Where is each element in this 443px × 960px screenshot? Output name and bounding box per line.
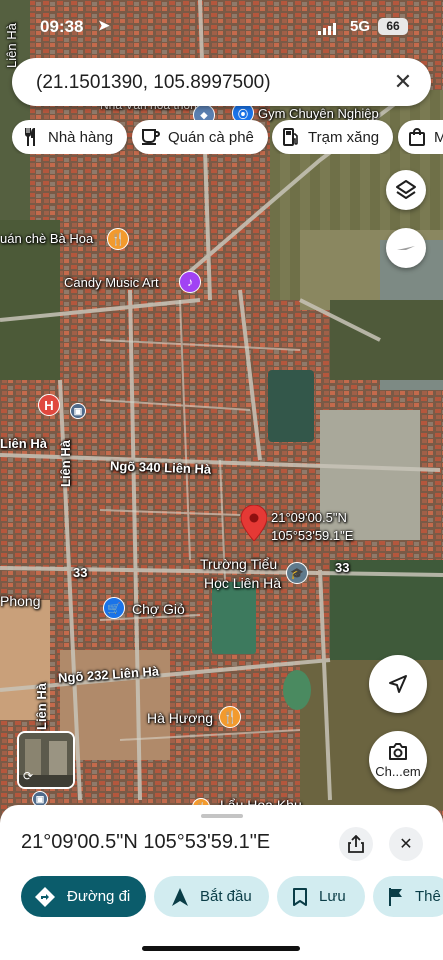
layers-icon (396, 180, 416, 199)
food-poi-icon-2[interactable]: 🍴 (219, 706, 241, 728)
map-label-route-33-left: 33 (73, 565, 88, 580)
navigation-arrow-icon (172, 887, 188, 906)
school-poi-icon[interactable]: 🎓 (286, 562, 308, 584)
chip-restaurants[interactable]: Nhà hàng (12, 120, 128, 154)
chip-gas[interactable]: Trạm xăng (272, 120, 394, 154)
map-label-lien-ha-bottom: Liên Hà (34, 683, 49, 730)
map-label-lien-ha-left: Liên Hà (58, 440, 73, 487)
map-label-lien-ha-west: Liên Hà (0, 436, 47, 451)
save-label: Lưu (319, 888, 346, 905)
search-query[interactable]: (21.1501390, 105.8997500) (36, 72, 271, 94)
navigation-arrow-icon (389, 675, 407, 693)
chip-label: Nhà hàng (48, 128, 114, 146)
flag-icon (389, 887, 403, 906)
start-button[interactable]: Bắt đầu (154, 876, 269, 917)
coffee-cup-icon (142, 128, 160, 146)
map-label-candy[interactable]: Candy Music Art (64, 275, 159, 290)
fork-knife-icon (22, 128, 40, 146)
rotate-360-icon: ⟳ (23, 769, 34, 783)
location-pin-icon[interactable] (241, 505, 267, 541)
category-chips: Nhà hàng Quán cà phê Trạm xăng M (12, 120, 443, 154)
map-label-cho-gio[interactable]: Chợ Giỏ (132, 601, 185, 617)
label-text: Thê (415, 888, 441, 905)
label-button[interactable]: Thê (373, 876, 443, 917)
bus-stop-icon[interactable]: ▣ (70, 403, 86, 419)
shop-poi-icon[interactable]: 🛒 (103, 597, 125, 619)
camera-lens-icon (389, 742, 407, 760)
camera-search-button[interactable]: Ch...em (369, 731, 427, 789)
chip-label: M (434, 128, 443, 146)
place-sheet[interactable]: 21°09'00.5"N 105°53'59.1"E ✕ Đường đi Bắ… (0, 805, 443, 960)
map-label-quan-che[interactable]: uán chè Bà Hoa (0, 231, 93, 246)
map-label-gym[interactable]: Gym Chuyên Nghiệp (258, 106, 379, 121)
share-icon (348, 835, 364, 853)
map-label-route-33-right: 33 (335, 560, 350, 575)
compass-icon (397, 246, 415, 250)
map-label-school-1[interactable]: Trường Tiểu (200, 556, 277, 572)
music-poi-icon[interactable]: ♪ (179, 271, 201, 293)
status-bar: 09:38 ➤ 5G 66 (0, 0, 443, 52)
bookmark-icon (293, 887, 307, 906)
drag-handle[interactable] (201, 814, 243, 818)
save-button[interactable]: Lưu (277, 876, 365, 917)
search-bar[interactable]: (21.1501390, 105.8997500) ✕ (12, 58, 431, 106)
directions-icon (35, 886, 55, 907)
close-icon[interactable]: ✕ (389, 68, 417, 96)
directions-label: Đường đi (67, 888, 131, 905)
chip-label: Quán cà phê (168, 128, 254, 146)
map-label-phong: Phong (0, 593, 41, 609)
chip-label: Trạm xăng (308, 128, 380, 146)
home-indicator[interactable] (142, 946, 300, 951)
compass-button[interactable] (386, 228, 426, 268)
map-label-school-2[interactable]: Học Liên Hà (204, 575, 281, 591)
directions-button[interactable]: Đường đi (21, 876, 146, 917)
location-arrow-icon: ➤ (98, 17, 110, 33)
shopping-bag-icon (408, 128, 426, 146)
close-icon: ✕ (399, 836, 413, 853)
camera-button-label: Ch...em (375, 763, 421, 779)
map-label-pin-lat: 21°09'00.5"N (271, 510, 347, 525)
share-button[interactable] (339, 827, 373, 861)
food-poi-icon[interactable]: 🍴 (107, 228, 129, 250)
status-time: 09:38 (40, 17, 84, 36)
start-label: Bắt đầu (200, 888, 252, 905)
street-view-thumbnail[interactable]: ⟳ (17, 731, 75, 789)
layers-button[interactable] (386, 170, 426, 210)
battery-icon: 66 (378, 18, 408, 35)
map-label-ha-huong[interactable]: Hà Hương (147, 710, 213, 726)
hospital-poi-icon[interactable]: H (38, 394, 60, 416)
my-location-button[interactable] (369, 655, 427, 713)
gas-pump-icon (282, 128, 300, 146)
cellular-signal-icon (318, 20, 338, 40)
chip-shopping[interactable]: M (398, 120, 443, 154)
chip-coffee[interactable]: Quán cà phê (132, 120, 268, 154)
place-title: 21°09'00.5"N 105°53'59.1"E (21, 831, 271, 853)
map-label-pin-lng: 105°53'59.1"E (271, 528, 354, 543)
network-type: 5G (350, 18, 371, 35)
close-sheet-button[interactable]: ✕ (389, 827, 423, 861)
